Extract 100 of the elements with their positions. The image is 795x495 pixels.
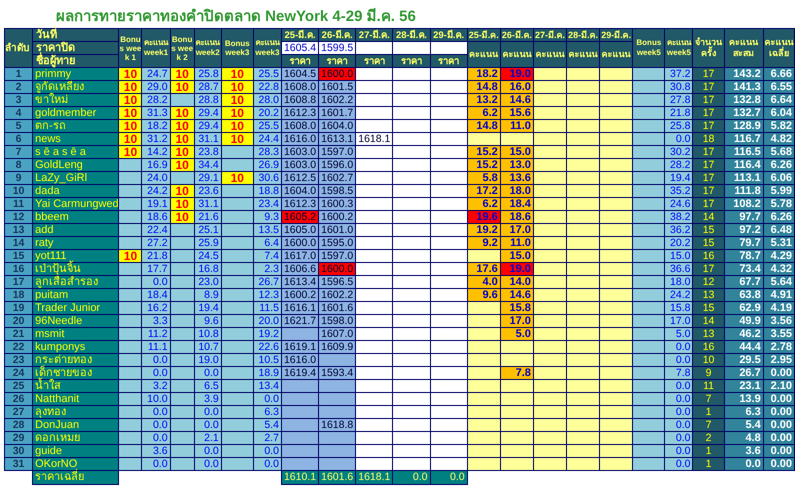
table-cell <box>281 458 319 470</box>
table-cell <box>392 68 430 80</box>
table-cell <box>467 302 500 314</box>
table-cell: 10 <box>4 184 33 198</box>
table-cell <box>392 262 430 276</box>
table-cell <box>600 132 633 146</box>
table-cell <box>392 146 430 158</box>
table-cell <box>600 418 633 432</box>
column-header: 26-มี.ค. <box>500 28 534 42</box>
table-cell <box>430 80 468 94</box>
table-cell: 116.4 <box>724 158 764 172</box>
table-cell: 1619.4 <box>281 366 319 380</box>
table-cell <box>600 224 633 236</box>
table-cell: 17.2 <box>467 184 500 198</box>
table-cell: 3 <box>4 94 33 106</box>
table-cell <box>566 262 600 276</box>
table-cell: 26 <box>4 392 33 406</box>
table-cell <box>356 328 393 340</box>
table-cell: 14.6 <box>500 288 534 302</box>
table-cell <box>392 198 430 210</box>
table-cell: s ē a s ē a <box>32 146 119 158</box>
table-cell: 1608.0 <box>281 120 319 132</box>
table-cell: LaZy_GiRl <box>32 172 119 184</box>
table-cell <box>430 302 468 314</box>
table-cell <box>281 444 319 458</box>
column-header: Bonus week5 <box>632 28 665 68</box>
table-cell <box>392 366 430 380</box>
table-cell <box>356 210 393 224</box>
table-cell: 2 <box>4 80 33 94</box>
table-cell <box>356 354 393 366</box>
table-cell: 78.7 <box>724 250 764 262</box>
column-header: คะแนน <box>566 42 600 68</box>
table-cell <box>566 172 600 184</box>
table-cell: 1601.5 <box>318 80 356 94</box>
table-cell <box>600 80 633 94</box>
column-header: ราคา <box>356 54 393 68</box>
table-cell <box>392 458 430 470</box>
table-cell: 6.2 <box>467 106 500 120</box>
table-cell: 46.2 <box>724 328 764 340</box>
table-cell <box>430 198 468 210</box>
table-cell <box>392 236 430 250</box>
table-cell: DonJuan <box>32 418 119 432</box>
table-cell <box>566 302 600 314</box>
table-cell <box>566 184 600 198</box>
table-cell: 1601.6 <box>318 470 356 484</box>
table-cell: 1603.0 <box>281 158 319 172</box>
column-header: 28-มี.ค. <box>566 28 600 42</box>
table-cell: 8 <box>4 158 33 172</box>
column-header: ราคา <box>318 54 356 68</box>
table-cell: 23 <box>4 354 33 366</box>
table-cell <box>600 392 633 406</box>
table-cell <box>600 120 633 132</box>
table-cell: 0.0 <box>430 470 468 484</box>
table-cell: 1613.4 <box>281 276 319 288</box>
table-cell: 24 <box>4 366 33 380</box>
table-cell: 116.5 <box>724 146 764 158</box>
table-cell: 4 <box>4 106 33 120</box>
table-cell: 1600.2 <box>281 288 319 302</box>
table-cell <box>600 328 633 340</box>
table-cell <box>392 120 430 132</box>
table-cell: 1618.1 <box>356 132 393 146</box>
table-cell <box>467 444 500 458</box>
table-cell: 1599.5 <box>318 42 356 54</box>
table-cell: 128.9 <box>724 120 764 132</box>
table-cell: 15.2 <box>467 158 500 172</box>
column-header: คะแนน week2 <box>194 28 222 68</box>
table-cell: 1598.0 <box>318 314 356 328</box>
table-cell: 1593.4 <box>318 366 356 380</box>
column-header: คะแนน week5 <box>664 28 693 68</box>
table-cell <box>430 444 468 458</box>
table-cell <box>281 418 319 432</box>
table-cell: puitam <box>32 288 119 302</box>
table-cell: 7.8 <box>500 366 534 380</box>
table-cell: 1597.0 <box>318 250 356 262</box>
table-cell: 1596.0 <box>318 158 356 172</box>
table-cell: 6 <box>4 132 33 146</box>
table-cell: 18.6 <box>500 210 534 224</box>
table-cell: kumponys <box>32 340 119 354</box>
table-cell <box>281 406 319 418</box>
table-cell: 132.7 <box>724 106 764 120</box>
table-cell <box>318 444 356 458</box>
table-cell: 1 <box>4 68 33 80</box>
table-cell <box>600 106 633 120</box>
table-cell <box>430 392 468 406</box>
table-cell <box>392 288 430 302</box>
table-cell <box>600 444 633 458</box>
table-cell <box>318 432 356 444</box>
table-cell: 141.3 <box>724 80 764 94</box>
table-cell: ราคาเฉลี่ย <box>32 470 119 484</box>
table-cell <box>430 158 468 172</box>
table-cell <box>392 328 430 340</box>
column-header: 29-มี.ค. <box>600 28 633 42</box>
table-cell: 14.0 <box>500 276 534 288</box>
table-cell <box>430 458 468 470</box>
table-cell: 1600.0 <box>318 68 356 80</box>
table-cell <box>467 380 500 392</box>
table-cell: 49.9 <box>724 314 764 328</box>
table-cell: 25 <box>4 380 33 392</box>
table-cell <box>566 250 600 262</box>
table-cell <box>356 94 393 106</box>
